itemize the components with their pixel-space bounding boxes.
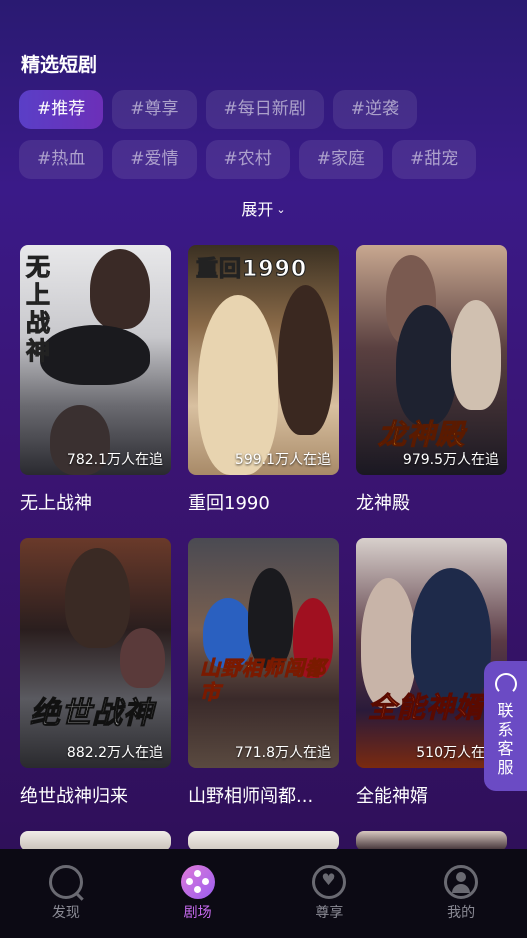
drama-title[interactable]: 绝世战神归来	[20, 782, 171, 808]
nav-theater[interactable]: 剧场	[132, 849, 264, 938]
nav-mine[interactable]: 我的	[395, 849, 527, 938]
poster-title: 重回1990	[195, 257, 308, 283]
headset-icon	[494, 673, 517, 695]
poster-title: 绝世战神	[30, 696, 154, 732]
poster-title: 龙神殿	[377, 418, 466, 452]
drama-poster[interactable]: 绝世战神 882.2万人在追	[20, 538, 171, 768]
expand-button[interactable]: 展开 ⌄	[0, 196, 527, 220]
poster-figure	[396, 305, 456, 425]
drama-card[interactable]: 无上战神 782.1万人在追 无上战神	[20, 245, 171, 515]
tag-comeback[interactable]: #逆袭	[332, 90, 417, 129]
poster-figure	[198, 295, 278, 475]
poster-title: 全能神婿	[367, 691, 485, 725]
drama-poster[interactable]	[188, 831, 339, 851]
drama-poster[interactable]: 无上战神 782.1万人在追	[20, 245, 171, 475]
nav-label: 我的	[447, 905, 476, 921]
bottom-nav: 发现 剧场 尊享 我的	[0, 849, 527, 938]
discover-icon	[48, 865, 83, 899]
tag-family[interactable]: #家庭	[298, 140, 383, 179]
expand-label: 展开	[241, 200, 274, 219]
drama-card[interactable]	[20, 831, 171, 851]
tag-row-2: #热血 #爱情 #农村 #家庭 #甜宠	[19, 140, 499, 179]
drama-title[interactable]: 无上战神	[20, 489, 171, 515]
poster-title: 无上战神	[26, 253, 51, 366]
drama-card[interactable]: 重回1990 599.1万人在追 重回1990	[188, 245, 339, 515]
drama-card[interactable]: 绝世战神 882.2万人在追 绝世战神归来	[20, 538, 171, 808]
nav-label: 尊享	[315, 905, 344, 921]
drama-card[interactable]	[356, 831, 507, 851]
nav-label: 剧场	[183, 905, 212, 921]
poster-title: 山野相师闯都市	[200, 656, 326, 705]
chevron-down-icon: ⌄	[276, 203, 286, 216]
follower-count: 979.5万人在追	[402, 452, 499, 468]
tag-passion[interactable]: #热血	[19, 140, 104, 179]
tag-premium[interactable]: #尊享	[112, 90, 197, 129]
customer-service-button[interactable]: 联系客服	[484, 661, 527, 791]
drama-poster[interactable]	[356, 831, 507, 851]
drama-title[interactable]: 全能神婿	[356, 782, 507, 808]
poster-figure	[120, 628, 165, 688]
drama-title[interactable]: 重回1990	[188, 489, 339, 515]
drama-poster[interactable]: 龙神殿 979.5万人在追	[356, 245, 507, 475]
follower-count: 599.1万人在追	[234, 452, 331, 468]
follower-count: 771.8万人在追	[234, 745, 331, 761]
drama-card[interactable]: 山野相师闯都市 771.8万人在追 山野相师闯都...	[188, 538, 339, 808]
follower-count: 882.2万人在追	[66, 745, 163, 761]
tag-filter: #推荐 #尊享 #每日新剧 #逆袭 #热血 #爱情 #农村 #家庭 #甜宠	[19, 90, 499, 190]
section-title: 精选短剧	[21, 54, 98, 76]
drama-card[interactable]: 龙神殿 979.5万人在追 龙神殿	[356, 245, 507, 515]
nav-label: 发现	[51, 905, 80, 921]
drama-poster[interactable]: 重回1990 599.1万人在追	[188, 245, 339, 475]
tag-rural[interactable]: #农村	[205, 140, 290, 179]
vip-heart-icon	[312, 865, 347, 899]
poster-figure	[90, 249, 150, 329]
drama-poster[interactable]: 山野相师闯都市 771.8万人在追	[188, 538, 339, 768]
theater-icon	[180, 865, 215, 899]
nav-premium[interactable]: 尊享	[264, 849, 396, 938]
tag-romance[interactable]: #爱情	[112, 140, 197, 179]
poster-figure	[65, 548, 130, 648]
drama-title[interactable]: 山野相师闯都...	[188, 782, 339, 808]
tag-daily-new[interactable]: #每日新剧	[205, 90, 324, 129]
nav-discover[interactable]: 发现	[0, 849, 132, 938]
poster-figure	[278, 285, 333, 435]
drama-poster[interactable]	[20, 831, 171, 851]
follower-count: 782.1万人在追	[66, 452, 163, 468]
tag-row-1: #推荐 #尊享 #每日新剧 #逆袭	[19, 90, 499, 129]
profile-icon	[444, 865, 479, 899]
tag-recommend[interactable]: #推荐	[19, 90, 104, 129]
drama-title[interactable]: 龙神殿	[356, 489, 507, 515]
customer-service-label: 联系客服	[497, 701, 514, 777]
poster-figure	[248, 568, 293, 668]
poster-figure	[451, 300, 501, 410]
drama-card[interactable]	[188, 831, 339, 851]
tag-sweet[interactable]: #甜宠	[392, 140, 477, 179]
